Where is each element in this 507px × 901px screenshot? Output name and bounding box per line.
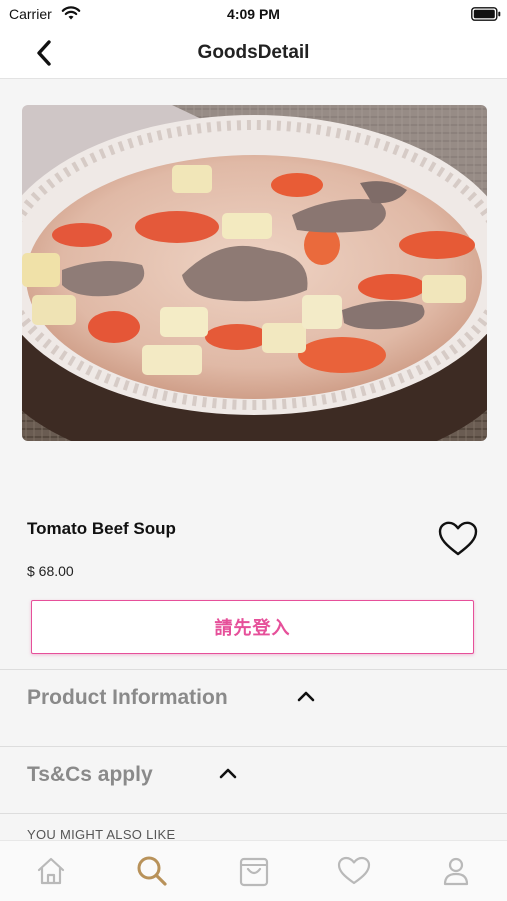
product-name: Tomato Beef Soup	[27, 519, 176, 538]
status-time: 4:09 PM	[227, 6, 280, 22]
section-product-information[interactable]: Product Information	[0, 670, 507, 746]
navigation-bar: GoodsDetail	[0, 28, 507, 79]
tab-search[interactable]	[134, 853, 170, 889]
heart-icon	[337, 856, 371, 885]
login-first-button[interactable]: 請先登入	[31, 600, 474, 654]
shopping-bag-icon	[239, 857, 269, 887]
heart-outline-icon	[438, 521, 478, 556]
user-icon	[443, 857, 469, 886]
tab-profile[interactable]	[438, 853, 474, 889]
soup-photo	[22, 105, 487, 441]
divider	[0, 813, 507, 814]
chevron-up-icon	[297, 691, 315, 702]
tab-favorites[interactable]	[336, 853, 372, 889]
home-icon	[37, 857, 65, 885]
favorite-button[interactable]	[437, 518, 479, 560]
tab-cart[interactable]	[236, 853, 272, 889]
section-title: Ts&Cs apply	[27, 763, 153, 786]
battery-icon	[471, 7, 501, 21]
search-icon	[137, 856, 167, 886]
product-image	[22, 105, 487, 441]
status-bar: Carrier 4:09 PM	[0, 0, 507, 28]
tab-home[interactable]	[33, 853, 69, 889]
section-title: Product Information	[27, 686, 228, 709]
tab-bar	[0, 840, 507, 901]
product-price: $ 68.00	[27, 563, 74, 579]
page-title: GoodsDetail	[197, 42, 310, 63]
section-terms-and-conditions[interactable]: Ts&Cs apply	[0, 747, 507, 823]
chevron-up-icon	[219, 768, 237, 779]
